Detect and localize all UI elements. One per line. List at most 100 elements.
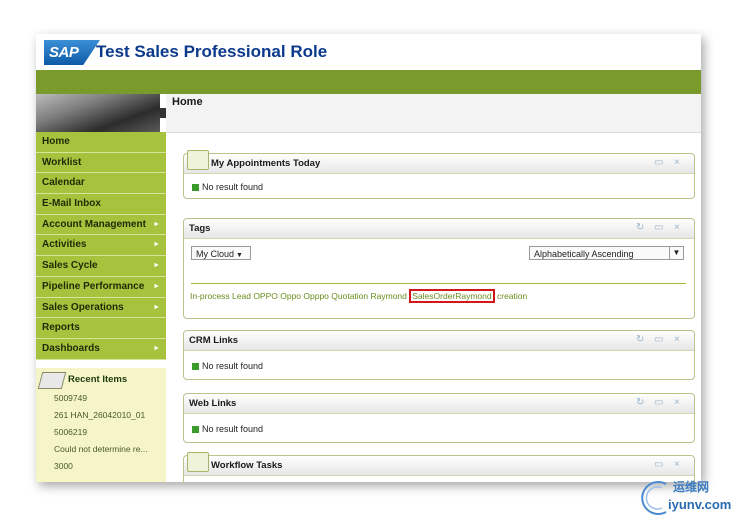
no-result-message: No result found <box>192 361 263 371</box>
nav-item-activities[interactable]: Activities ► <box>36 235 166 257</box>
message-text: No result found <box>202 361 264 371</box>
recent-item[interactable]: 5009749 <box>54 393 87 403</box>
refresh-icon[interactable]: ↻ <box>636 334 644 345</box>
recent-items-title: Recent Items <box>68 374 128 385</box>
tag-list[interactable]: In-process Lead OPPO Oppo Opppo Quotatio… <box>190 291 409 301</box>
nav-item-account-management[interactable]: Account Management ► <box>36 214 166 236</box>
no-result-message: No result found <box>192 424 263 434</box>
nav-item-label: Pipeline Performance <box>42 280 145 292</box>
minimize-icon[interactable]: ▭ <box>654 397 663 408</box>
nav-item-label: Sales Operations <box>42 301 124 313</box>
minimize-icon[interactable]: ▭ <box>654 222 663 233</box>
submenu-arrow-icon: ► <box>153 220 160 228</box>
submenu-arrow-icon: ► <box>153 241 160 249</box>
workflow-icon <box>187 452 209 472</box>
panel-workflow-tasks: Workflow Tasks ▭ × <box>183 452 695 482</box>
panel-tags: Tags ↻ ▭ × My Cloud ▼ Alphabetically Asce… <box>183 218 695 319</box>
app-title: Test Sales Professional Role <box>96 42 328 61</box>
minimize-icon[interactable]: ▭ <box>654 459 663 470</box>
submenu-arrow-icon: ► <box>153 262 160 270</box>
cloud-select[interactable]: My Cloud ▼ <box>191 246 251 260</box>
panel-header: My Appointments Today ▭ × <box>184 150 694 174</box>
home-content: My Appointments Today ▭ × No result foun… <box>166 133 701 482</box>
close-icon[interactable]: × <box>674 397 680 408</box>
nav-item-label: Worklist <box>42 156 82 168</box>
nav-item-sales-cycle[interactable]: Sales Cycle ► <box>36 256 166 277</box>
page-title: Home <box>172 96 203 108</box>
appointments-icon <box>187 150 209 170</box>
submenu-arrow-icon: ► <box>153 303 160 311</box>
refresh-icon[interactable]: ↻ <box>636 397 644 408</box>
cloud-select-value: My Cloud <box>196 249 235 259</box>
page-title-bar: Home <box>166 94 701 133</box>
watermark-logo-icon <box>641 481 667 515</box>
nav-item-reports[interactable]: Reports <box>36 318 166 339</box>
banner-image <box>36 94 160 132</box>
dropdown-arrow-icon: ▼ <box>236 252 243 259</box>
nav-item-label: Account Management <box>42 218 146 230</box>
panel-web-links: Web Links ↻ ▭ × No result found <box>183 393 695 443</box>
close-icon[interactable]: × <box>674 334 680 345</box>
panel-header: Tags ↻ ▭ × <box>184 219 694 239</box>
recent-items-icon <box>37 372 67 389</box>
navigation-menu: Home Worklist Calendar E-Mail Inbox Acco… <box>36 132 166 360</box>
panel-title: CRM Links <box>189 335 239 346</box>
recent-items-header: Recent Items <box>37 372 162 389</box>
panel-title: Tags <box>189 223 211 234</box>
recent-item[interactable]: 261 HAN_26042010_01 <box>54 410 145 420</box>
minimize-icon[interactable]: ▭ <box>654 334 663 345</box>
panel-appointments: My Appointments Today ▭ × No result foun… <box>183 150 695 199</box>
sort-select-value: Alphabetically Ascending <box>534 249 634 259</box>
nav-item-label: E-Mail Inbox <box>42 198 101 210</box>
panel-header: Workflow Tasks ▭ × <box>184 452 694 476</box>
submenu-arrow-icon: ► <box>153 282 160 290</box>
tag-creation[interactable]: creation <box>495 291 527 301</box>
sap-window: SAP Test Sales Professional Role Home Wo… <box>36 34 701 482</box>
nav-item-label: Activities <box>42 239 87 251</box>
info-icon <box>192 363 199 371</box>
close-icon[interactable]: × <box>674 222 680 233</box>
sort-select[interactable]: Alphabetically Ascending ▼ <box>529 246 684 260</box>
info-icon <box>192 426 199 434</box>
watermark-url: iyunv.com <box>668 497 732 512</box>
nav-item-label: Sales Cycle <box>42 260 98 272</box>
nav-item-label: Home <box>42 136 70 147</box>
nav-item-dashboards[interactable]: Dashboards ► <box>36 338 166 360</box>
panel-title: Workflow Tasks <box>211 460 283 471</box>
recent-items-panel: Recent Items 5009749 261 HAN_26042010_01… <box>36 368 166 482</box>
minimize-icon[interactable]: ▭ <box>654 157 663 168</box>
refresh-icon[interactable]: ↻ <box>636 222 644 233</box>
header-bar <box>36 70 701 94</box>
nav-item-email-inbox[interactable]: E-Mail Inbox <box>36 194 166 215</box>
panel-crm-links: CRM Links ↻ ▭ × No result found <box>183 330 695 380</box>
nav-item-home[interactable]: Home <box>36 132 166 153</box>
tag-cloud: In-process Lead OPPO Oppo Opppo Quotatio… <box>190 289 527 303</box>
message-text: No result found <box>202 182 264 192</box>
no-result-message: No result found <box>192 182 263 192</box>
panel-title: Web Links <box>189 398 237 409</box>
panel-title: My Appointments Today <box>211 158 321 169</box>
recent-item[interactable]: 3000 <box>54 461 73 471</box>
close-icon[interactable]: × <box>674 157 680 168</box>
panel-header: CRM Links ↻ ▭ × <box>184 331 694 351</box>
nav-item-calendar[interactable]: Calendar <box>36 173 166 195</box>
nav-item-sales-operations[interactable]: Sales Operations ► <box>36 297 166 319</box>
nav-item-label: Dashboards <box>42 342 100 354</box>
tag-salesorderraymond[interactable]: SalesOrderRaymond <box>409 289 495 303</box>
panel-header: Web Links ↻ ▭ × <box>184 394 694 414</box>
nav-item-label: Reports <box>42 322 80 334</box>
recent-item[interactable]: 5006219 <box>54 427 87 437</box>
info-icon <box>192 184 199 192</box>
sap-logo: SAP <box>44 40 100 65</box>
nav-item-worklist[interactable]: Worklist <box>36 152 166 174</box>
close-icon[interactable]: × <box>674 459 680 470</box>
watermark-text: 运维网 <box>673 480 710 494</box>
nav-item-label: Calendar <box>42 177 85 189</box>
message-text: No result found <box>202 424 264 434</box>
recent-item[interactable]: Could not determine re... <box>54 444 148 454</box>
app-header: SAP Test Sales Professional Role <box>36 34 701 70</box>
dropdown-arrow-icon[interactable]: ▼ <box>669 247 683 259</box>
nav-item-pipeline-performance[interactable]: Pipeline Performance ► <box>36 276 166 298</box>
submenu-arrow-icon: ► <box>153 344 160 352</box>
divider <box>191 283 686 284</box>
